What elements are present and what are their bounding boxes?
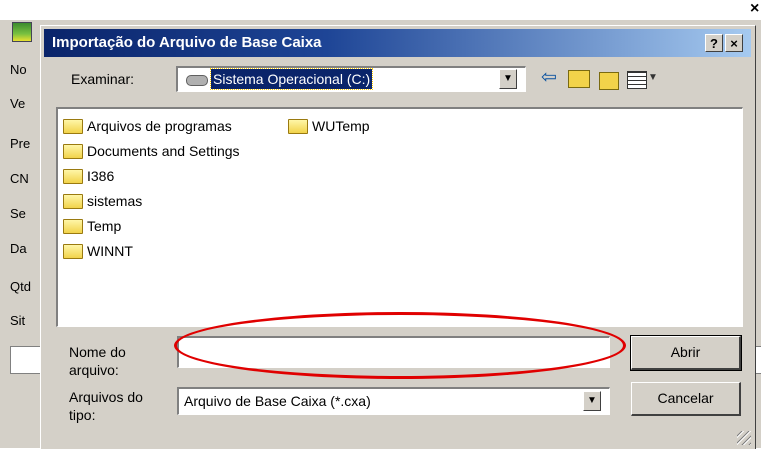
file-name-label-line2: arquivo: [69,362,119,378]
hard-drive-icon [186,75,208,86]
folder-name: Documents and Settings [87,143,240,159]
resize-grip[interactable] [737,431,751,445]
dialog-titlebar[interactable]: Importação do Arquivo de Base Caixa ? × [44,29,751,57]
bg-label-da: Da [10,241,27,256]
file-list[interactable]: Arquivos de programas WUTemp Documents a… [56,107,743,327]
bg-label-qtd: Qtd [10,279,31,294]
look-in-combobox[interactable]: Sistema Operacional (C:) [176,66,526,92]
open-file-dialog: Importação do Arquivo de Base Caixa ? × … [40,25,756,449]
file-type-value: Arquivo de Base Caixa (*.cxa) [184,393,371,409]
folder-name: WINNT [87,243,133,259]
bg-label-se: Se [10,206,26,221]
file-type-label-line2: tipo: [69,407,96,423]
folder-name: Arquivos de programas [87,118,232,134]
list-item[interactable]: Temp [63,216,121,236]
list-item[interactable]: Arquivos de programas [63,116,232,136]
bg-label-sit: Sit [10,313,26,328]
up-folder-icon[interactable] [568,70,590,88]
list-item[interactable]: Documents and Settings [63,141,240,161]
folder-name: Temp [87,218,122,234]
open-button[interactable]: Abrir [630,335,742,371]
file-type-label-line1: Arquivos do [69,389,143,405]
background-close-icon[interactable]: × [750,0,759,18]
list-item[interactable]: sistemas [63,191,142,211]
file-type-combobox[interactable]: Arquivo de Base Caixa (*.cxa) [177,387,610,415]
folder-icon [63,118,83,134]
folder-icon [63,143,83,159]
file-type-dropdown-button[interactable]: ▼ [583,391,601,411]
folder-icon [63,243,83,259]
back-arrow-icon[interactable]: ⇦ [541,67,557,89]
bg-label-ve: Ve [10,96,26,111]
dialog-title: Importação do Arquivo de Base Caixa [52,34,322,51]
folder-icon [63,193,83,209]
view-menu-icon[interactable] [627,71,647,89]
look-in-value: Sistema Operacional (C:) [209,68,374,90]
background-titlebar [0,0,761,20]
folder-name: sistemas [87,193,143,209]
look-in-label: Examinar: [71,71,135,87]
folder-icon [63,168,83,184]
help-button[interactable]: ? [705,34,723,52]
look-in-dropdown-button[interactable]: ▼ [499,69,517,89]
folder-icon [63,218,83,234]
new-folder-icon[interactable] [599,72,619,90]
close-button[interactable]: × [725,34,743,52]
list-item[interactable]: I386 [63,166,114,186]
view-menu-chevron-icon[interactable]: ▼ [648,67,658,89]
bg-label-no: No [10,62,27,77]
cancel-button[interactable]: Cancelar [631,382,741,416]
folder-name: WUTemp [312,118,370,134]
list-item[interactable]: WINNT [63,241,133,261]
bg-label-cn: CN [10,171,29,186]
file-name-input[interactable] [177,336,610,368]
app-icon [12,22,32,42]
folder-name: I386 [87,168,115,184]
list-item[interactable]: WUTemp [288,116,370,136]
folder-icon [288,118,308,134]
bg-label-pre: Pre [10,136,31,151]
file-name-label-line1: Nome do [69,344,126,360]
